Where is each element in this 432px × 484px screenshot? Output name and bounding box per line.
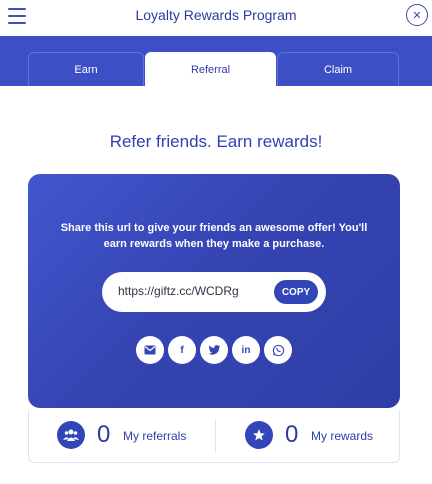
copy-button[interactable]: COPY: [274, 280, 318, 304]
star-icon: [245, 421, 273, 449]
referral-url-field[interactable]: https://giftz.cc/WCDRg COPY: [102, 272, 326, 312]
referral-headline: Refer friends. Earn rewards!: [109, 132, 323, 151]
header: Loyalty Rewards Program ✕: [0, 0, 432, 36]
share-description: Share this url to give your friends an a…: [60, 222, 368, 250]
twitter-icon[interactable]: [200, 336, 228, 364]
whatsapp-icon[interactable]: [264, 336, 292, 364]
close-icon[interactable]: ✕: [406, 4, 428, 26]
users-icon: [57, 421, 85, 449]
linkedin-icon[interactable]: in: [232, 336, 260, 364]
tab-earn[interactable]: Earn: [28, 52, 144, 86]
email-icon[interactable]: [136, 336, 164, 364]
rewards-stat: 0 My rewards: [215, 410, 401, 463]
tab-referral[interactable]: Referral: [145, 52, 276, 86]
facebook-icon[interactable]: f: [168, 336, 196, 364]
referrals-label: My referrals: [123, 429, 187, 443]
share-buttons: f in: [136, 336, 292, 364]
referrals-count: 0: [97, 421, 111, 448]
referral-card: Share this url to give your friends an a…: [28, 174, 400, 408]
rewards-count: 0: [285, 421, 299, 448]
tab-bar: Earn Referral Claim: [0, 36, 432, 86]
referral-stats: 0 My referrals 0 My rewards: [28, 410, 400, 463]
page-title: Loyalty Rewards Program: [135, 7, 297, 23]
tab-claim[interactable]: Claim: [277, 52, 399, 86]
referrals-stat: 0 My referrals: [29, 410, 215, 463]
rewards-label: My rewards: [311, 429, 374, 443]
referral-url[interactable]: https://giftz.cc/WCDRg: [118, 284, 239, 298]
